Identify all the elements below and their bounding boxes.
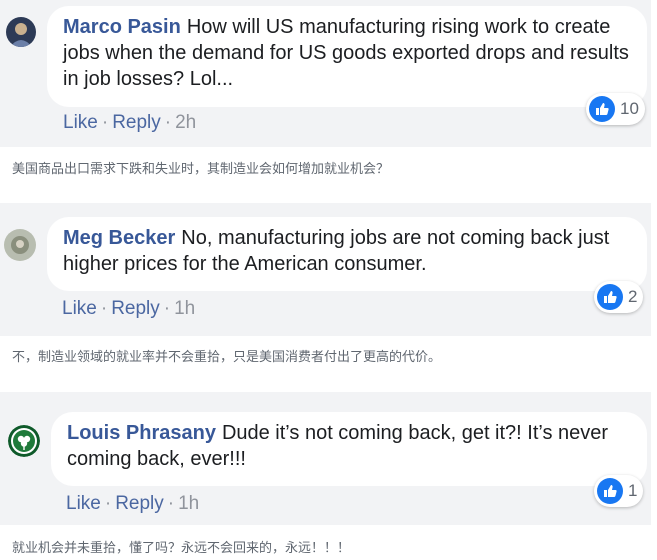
comment-bubble: Meg Becker No, manufacturing jobs are not… (47, 217, 647, 291)
comment-actions: Like · Reply · 1h (66, 493, 200, 514)
thumbs-up-icon (597, 284, 623, 310)
avatar-marco-image (6, 17, 36, 47)
comment-bubble: Louis Phrasany Dude it’s not coming back,… (51, 412, 647, 486)
translation-text: 就业机会并未重拾，懂了吗？永远不会回来的，永远！！！ (12, 541, 351, 556)
comment-time[interactable]: 1h (178, 493, 199, 514)
comment-time[interactable]: 2h (175, 112, 196, 133)
comment-actions: Like · Reply · 1h (62, 298, 196, 319)
avatar-meg-image (4, 229, 36, 261)
thumbs-up-icon (589, 96, 615, 122)
reaction-summary[interactable]: 1 (594, 475, 644, 507)
like-link[interactable]: Like (63, 112, 98, 133)
comment-time[interactable]: 1h (174, 298, 195, 319)
translation-text: 不，制造业领域的就业率并不会重拾，只是美国消费者付出了更高的代价。 (12, 350, 442, 365)
translation-text: 美国商品出口需求下跌和失业时，其制造业会如何增加就业机会？ (12, 162, 390, 177)
reaction-summary[interactable]: 10 (586, 93, 645, 125)
reaction-summary[interactable]: 2 (594, 281, 644, 313)
reaction-count: 10 (620, 99, 639, 118)
comment-bubble: Marco Pasin How will US manufacturing ris… (47, 6, 647, 107)
like-link[interactable]: Like (66, 493, 101, 514)
reply-link[interactable]: Reply (115, 493, 164, 514)
reply-link[interactable]: Reply (112, 112, 161, 133)
avatar[interactable] (6, 17, 36, 47)
reply-link[interactable]: Reply (111, 298, 160, 319)
comment-author[interactable]: Marco Pasin (63, 16, 181, 38)
comment-actions: Like · Reply · 2h (63, 112, 197, 133)
shamrock-logo-icon (8, 425, 40, 457)
like-link[interactable]: Like (62, 298, 97, 319)
thumbs-up-icon (597, 478, 623, 504)
reaction-count: 2 (628, 287, 638, 306)
reaction-count: 1 (628, 481, 638, 500)
avatar[interactable] (4, 229, 36, 261)
comment-author[interactable]: Meg Becker (63, 227, 175, 249)
avatar[interactable] (8, 425, 40, 457)
comment-author[interactable]: Louis Phrasany (67, 422, 216, 444)
